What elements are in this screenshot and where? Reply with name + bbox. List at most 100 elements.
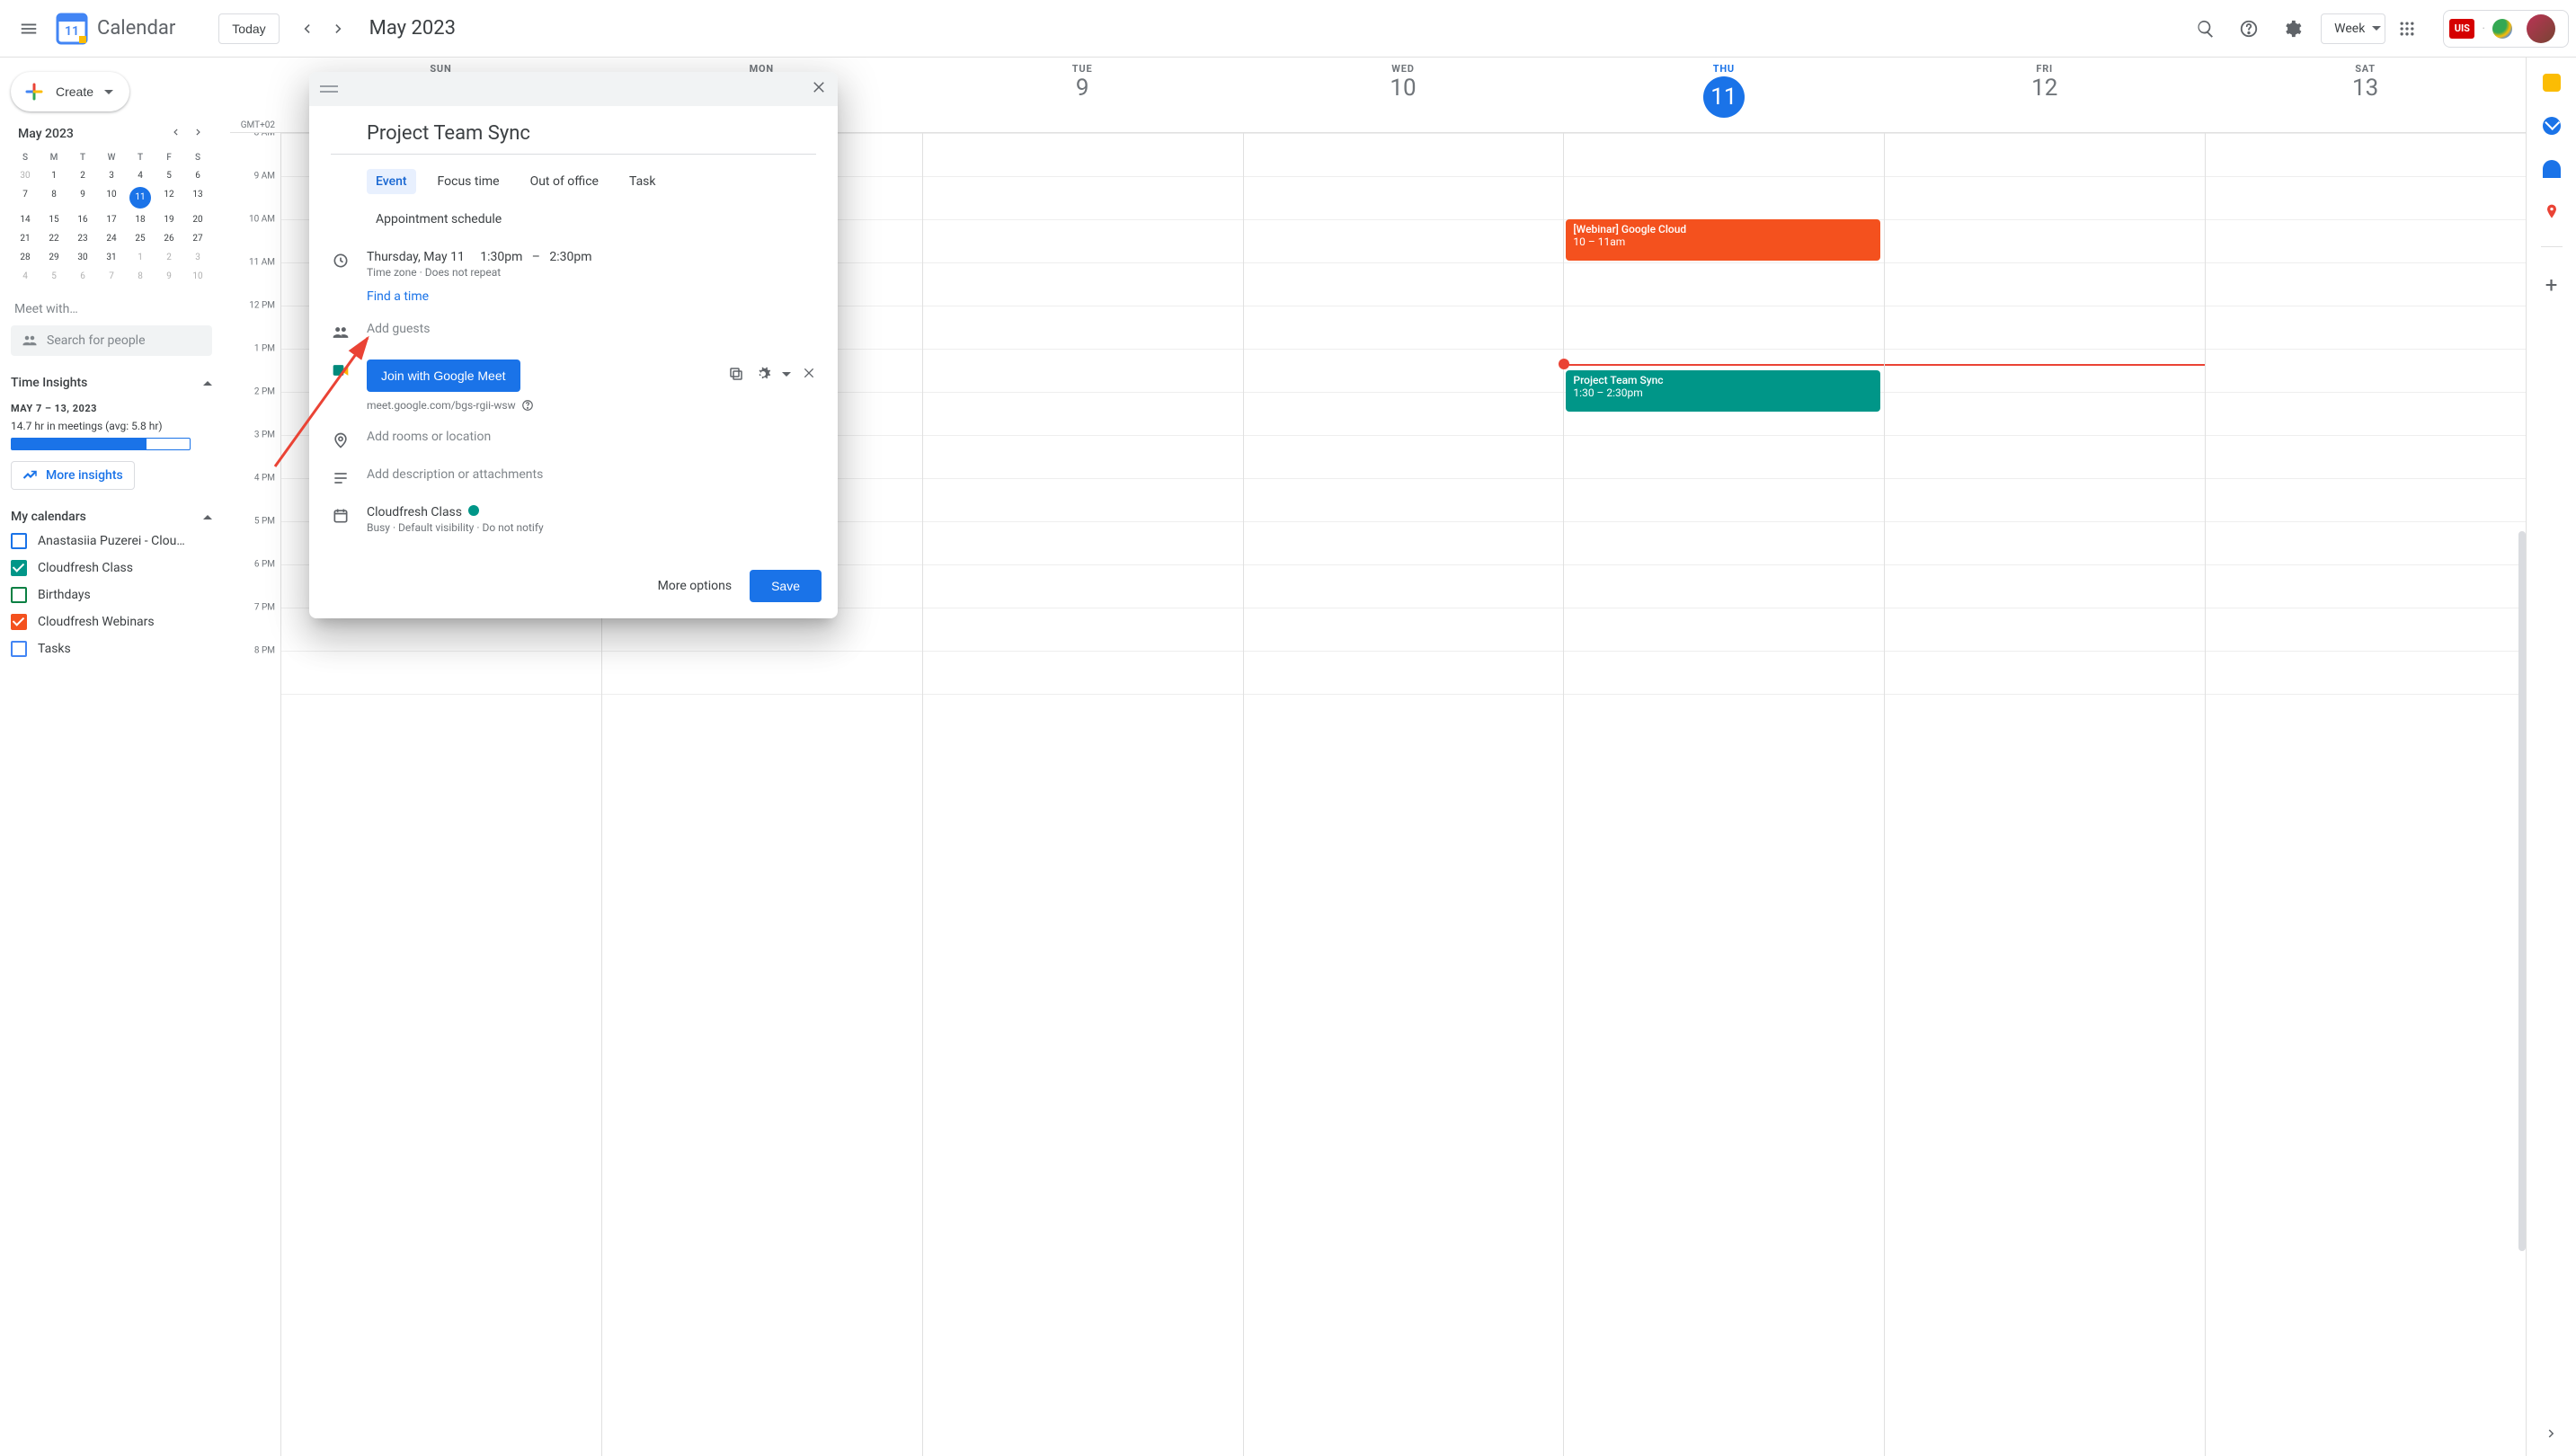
event-title-input[interactable]: Project Team Sync — [331, 117, 816, 155]
event-calendar-name[interactable]: Cloudfresh Class — [367, 505, 462, 519]
search-button[interactable] — [2184, 7, 2227, 50]
google-apps-button[interactable] — [2385, 7, 2429, 50]
mini-cal-day[interactable]: 25 — [126, 229, 155, 248]
tasks-icon[interactable] — [2543, 117, 2561, 135]
scrollbar-thumb[interactable] — [2518, 531, 2526, 1251]
event-type-tab[interactable]: Appointment schedule — [367, 207, 511, 232]
calendar-checkbox[interactable] — [11, 587, 27, 603]
mini-cal-day[interactable]: 10 — [183, 267, 212, 286]
mini-cal-day[interactable]: 1 — [40, 166, 68, 185]
mini-cal-day[interactable]: 17 — [97, 210, 126, 229]
calendar-event[interactable]: [Webinar] Google Cloud10 – 11am — [1566, 219, 1880, 261]
mini-cal-day[interactable]: 6 — [183, 166, 212, 185]
calendar-list-item[interactable]: Cloudfresh Webinars — [11, 614, 212, 630]
day-header[interactable]: SAT13 — [2205, 58, 2526, 132]
day-column[interactable]: [Webinar] Google Cloud10 – 11am Project T… — [1563, 133, 1884, 1456]
remove-meet-button[interactable] — [802, 366, 816, 386]
mini-cal-day[interactable]: 24 — [97, 229, 126, 248]
mini-cal-day[interactable]: 21 — [11, 229, 40, 248]
view-switcher[interactable]: Week — [2321, 13, 2385, 44]
calendar-list-item[interactable]: Birthdays — [11, 587, 212, 603]
day-column[interactable] — [1884, 133, 2205, 1456]
mini-cal-day[interactable]: 29 — [40, 248, 68, 267]
day-column[interactable] — [1243, 133, 1564, 1456]
mini-cal-day[interactable]: 7 — [97, 267, 126, 286]
calendar-list-item[interactable]: Cloudfresh Class — [11, 560, 212, 576]
add-guests-input[interactable]: Add guests — [367, 322, 816, 336]
mini-cal-day[interactable]: 26 — [155, 229, 183, 248]
copy-meet-link-button[interactable] — [728, 366, 744, 386]
help-icon[interactable] — [521, 399, 534, 412]
event-type-tab[interactable]: Event — [367, 169, 416, 194]
mini-cal-next[interactable] — [192, 126, 205, 142]
event-time-sub[interactable]: Time zone · Does not repeat — [367, 266, 816, 279]
mini-cal-day[interactable]: 30 — [11, 166, 40, 185]
mini-cal-day[interactable]: 8 — [126, 267, 155, 286]
mini-cal-day[interactable]: 1 — [126, 248, 155, 267]
drag-handle-icon[interactable] — [320, 84, 338, 94]
meet-settings-button[interactable] — [755, 366, 771, 386]
create-button[interactable]: Create — [11, 72, 129, 111]
calendar-checkbox[interactable] — [11, 533, 27, 549]
mini-cal-day[interactable]: 7 — [11, 185, 40, 210]
event-start-time[interactable]: 1:30pm — [480, 250, 522, 264]
mini-cal-day[interactable]: 18 — [126, 210, 155, 229]
add-location-input[interactable]: Add rooms or location — [367, 430, 816, 444]
add-addon-button[interactable]: + — [2545, 272, 2558, 297]
day-column[interactable] — [922, 133, 1243, 1456]
calendar-event[interactable]: Project Team Sync1:30 – 2:30pm — [1566, 370, 1880, 412]
event-type-tab[interactable]: Out of office — [521, 169, 608, 194]
prev-week-button[interactable] — [290, 13, 323, 45]
mini-cal-day[interactable]: 9 — [155, 267, 183, 286]
day-header[interactable]: WED10 — [1243, 58, 1564, 132]
mini-cal-day[interactable]: 28 — [11, 248, 40, 267]
save-button[interactable]: Save — [750, 570, 822, 602]
mini-cal-day[interactable]: 15 — [40, 210, 68, 229]
contacts-icon[interactable] — [2543, 160, 2561, 178]
mini-cal-day[interactable]: 11 — [129, 187, 151, 209]
mini-cal-day[interactable]: 12 — [155, 185, 183, 210]
event-end-time[interactable]: 2:30pm — [549, 250, 591, 264]
my-calendars-toggle[interactable]: My calendars — [11, 510, 212, 524]
more-options-button[interactable]: More options — [658, 579, 733, 593]
mini-cal-day[interactable]: 5 — [40, 267, 68, 286]
event-date[interactable]: Thursday, May 11 — [367, 250, 465, 264]
close-popup-button[interactable] — [811, 79, 827, 99]
add-description-input[interactable]: Add description or attachments — [367, 467, 816, 482]
mini-cal-day[interactable]: 16 — [68, 210, 97, 229]
account-switcher[interactable]: UIS · — [2443, 10, 2569, 48]
mini-cal-day[interactable]: 20 — [183, 210, 212, 229]
mini-cal-prev[interactable] — [169, 126, 182, 142]
mini-cal-day[interactable]: 9 — [68, 185, 97, 210]
mini-cal-day[interactable]: 19 — [155, 210, 183, 229]
mini-cal-day[interactable]: 2 — [68, 166, 97, 185]
settings-button[interactable] — [2270, 7, 2314, 50]
mini-cal-day[interactable]: 22 — [40, 229, 68, 248]
app-logo[interactable]: 11 Calendar — [54, 11, 175, 47]
search-people-input[interactable]: Search for people — [11, 325, 212, 356]
calendar-list-item[interactable]: Anastasiia Puzerei - Cloud… — [11, 533, 212, 549]
mini-cal-day[interactable]: 6 — [68, 267, 97, 286]
mini-cal-day[interactable]: 27 — [183, 229, 212, 248]
mini-cal-day[interactable]: 13 — [183, 185, 212, 210]
mini-cal-day[interactable]: 3 — [97, 166, 126, 185]
day-header[interactable]: FRI12 — [1884, 58, 2205, 132]
event-availability[interactable]: Busy · Default visibility · Do not notif… — [367, 521, 816, 534]
mini-cal-day[interactable]: 4 — [126, 166, 155, 185]
maps-icon[interactable] — [2543, 203, 2561, 221]
meet-options-button[interactable] — [782, 366, 791, 386]
calendar-checkbox[interactable] — [11, 560, 27, 576]
day-header[interactable]: THU11 — [1563, 58, 1884, 132]
more-insights-button[interactable]: More insights — [11, 461, 135, 490]
event-type-tab[interactable]: Focus time — [429, 169, 509, 194]
collapse-side-panel-button[interactable] — [2544, 1425, 2560, 1445]
mini-cal-day[interactable]: 31 — [97, 248, 126, 267]
find-a-time-link[interactable]: Find a time — [367, 289, 816, 304]
mini-calendar[interactable]: SMTWTFS301234567891011121314151617181920… — [11, 149, 212, 286]
mini-cal-day[interactable]: 5 — [155, 166, 183, 185]
day-header[interactable]: TUE9 — [922, 58, 1243, 132]
today-button[interactable]: Today — [218, 13, 279, 44]
calendar-checkbox[interactable] — [11, 641, 27, 657]
event-type-tab[interactable]: Task — [620, 169, 665, 194]
next-week-button[interactable] — [323, 13, 355, 45]
